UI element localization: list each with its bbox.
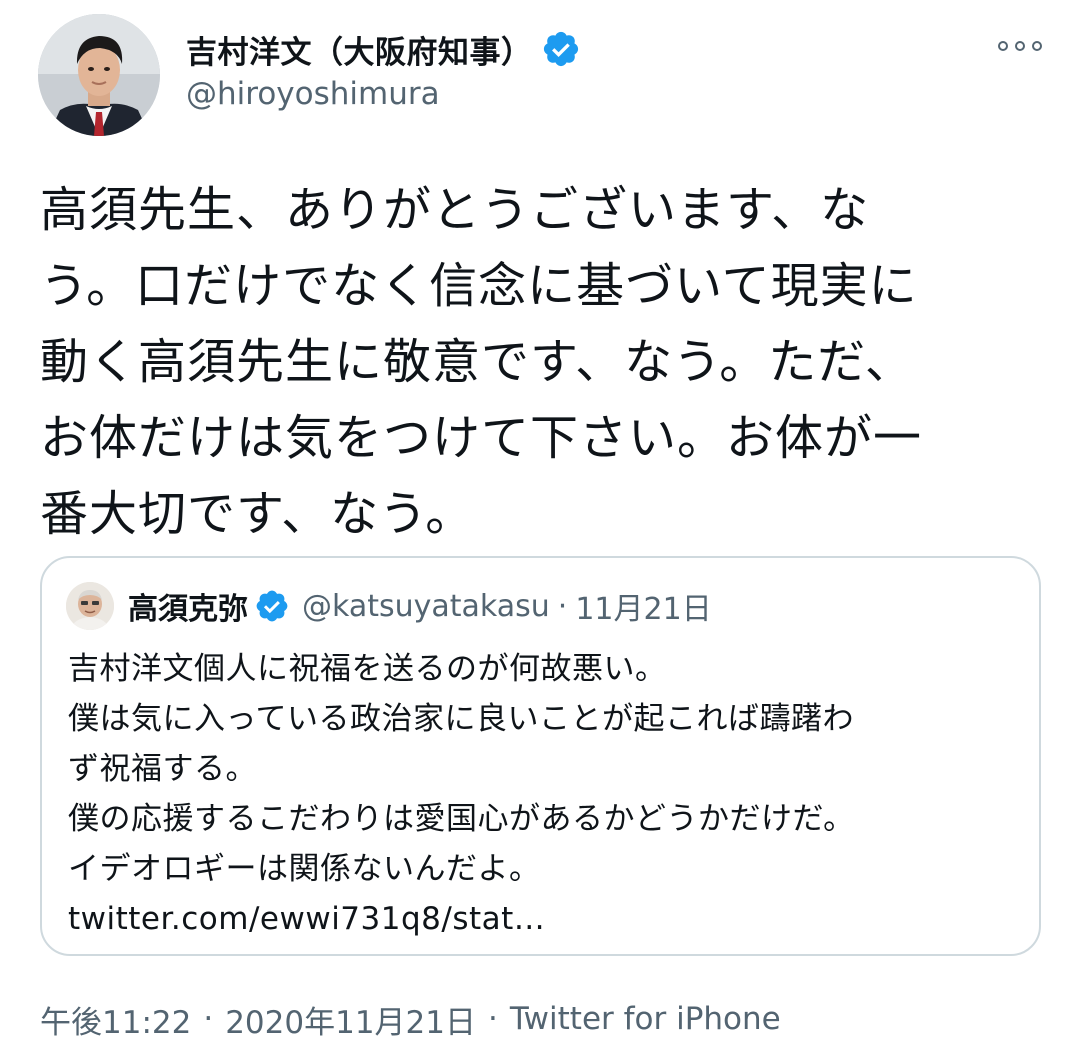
author-display-name[interactable]: 吉村洋文（大阪府知事） [186,27,533,72]
author-avatar-image [38,14,160,136]
more-dot [1015,41,1025,51]
tweet-time[interactable]: 午後11:22 [40,997,191,1042]
tweet-source-link[interactable]: Twitter for iPhone [510,1001,781,1037]
quoted-text-line: 僕の応援するこだわりは愛国心があるかどうかだけだ。 [68,801,855,837]
quoted-text-line: 僕は気に入っている政治家に良いことが起これば躊躇わ [68,701,854,737]
quoted-header: 高須克弥 @katsuyatakasu · 11月21日 [128,580,712,632]
quoted-text-line: イデオロギーは関係ないんだよ。 [68,851,541,887]
quoted-link[interactable]: twitter.com/ewwi731q8/stat… [68,894,1018,944]
quoted-verified-badge-icon [256,590,288,622]
tweet-date[interactable]: 2020年11月21日 [225,997,476,1042]
more-dot [998,41,1008,51]
quoted-text-line: ず祝福する。 [68,751,257,787]
quoted-text: 吉村洋文個人に祝福を送るのが何故悪い。 僕は気に入っている政治家に良いことが起こ… [68,644,1018,944]
quoted-author-avatar[interactable] [66,582,114,630]
author-avatar[interactable] [38,14,160,136]
quoted-text-line: 吉村洋文個人に祝福を送るのが何故悪い。 [68,651,667,687]
quoted-author-display-name: 高須克弥 [128,592,248,627]
quoted-author-avatar-image [66,582,114,630]
quoted-separator: · [557,588,568,624]
quoted-date: 11月21日 [575,592,712,627]
more-horizontal-icon[interactable] [998,34,1042,58]
author-handle[interactable]: @hiroyoshimura [186,76,440,112]
tweet: 吉村洋文（大阪府知事） @hiroyoshimura 高須先生、ありがとうござい… [0,0,1080,1056]
meta-separator: · [203,1001,214,1037]
tweet-meta: 午後11:22 · 2020年11月21日 · Twitter for iPho… [40,994,781,1044]
tweet-text: 高須先生、ありがとうございます、な う。口だけでなく信念に基づいて現実に 動く高… [40,182,923,542]
meta-separator: · [488,1001,498,1037]
more-dot [1032,41,1042,51]
author-name-row: 吉村洋文（大阪府知事） [186,24,581,74]
quoted-author-handle: @katsuyatakasu [302,588,550,624]
quoted-tweet-card[interactable]: 高須克弥 @katsuyatakasu · 11月21日 吉村洋文個人に祝福を送… [40,556,1041,956]
verified-badge-icon [543,31,578,67]
